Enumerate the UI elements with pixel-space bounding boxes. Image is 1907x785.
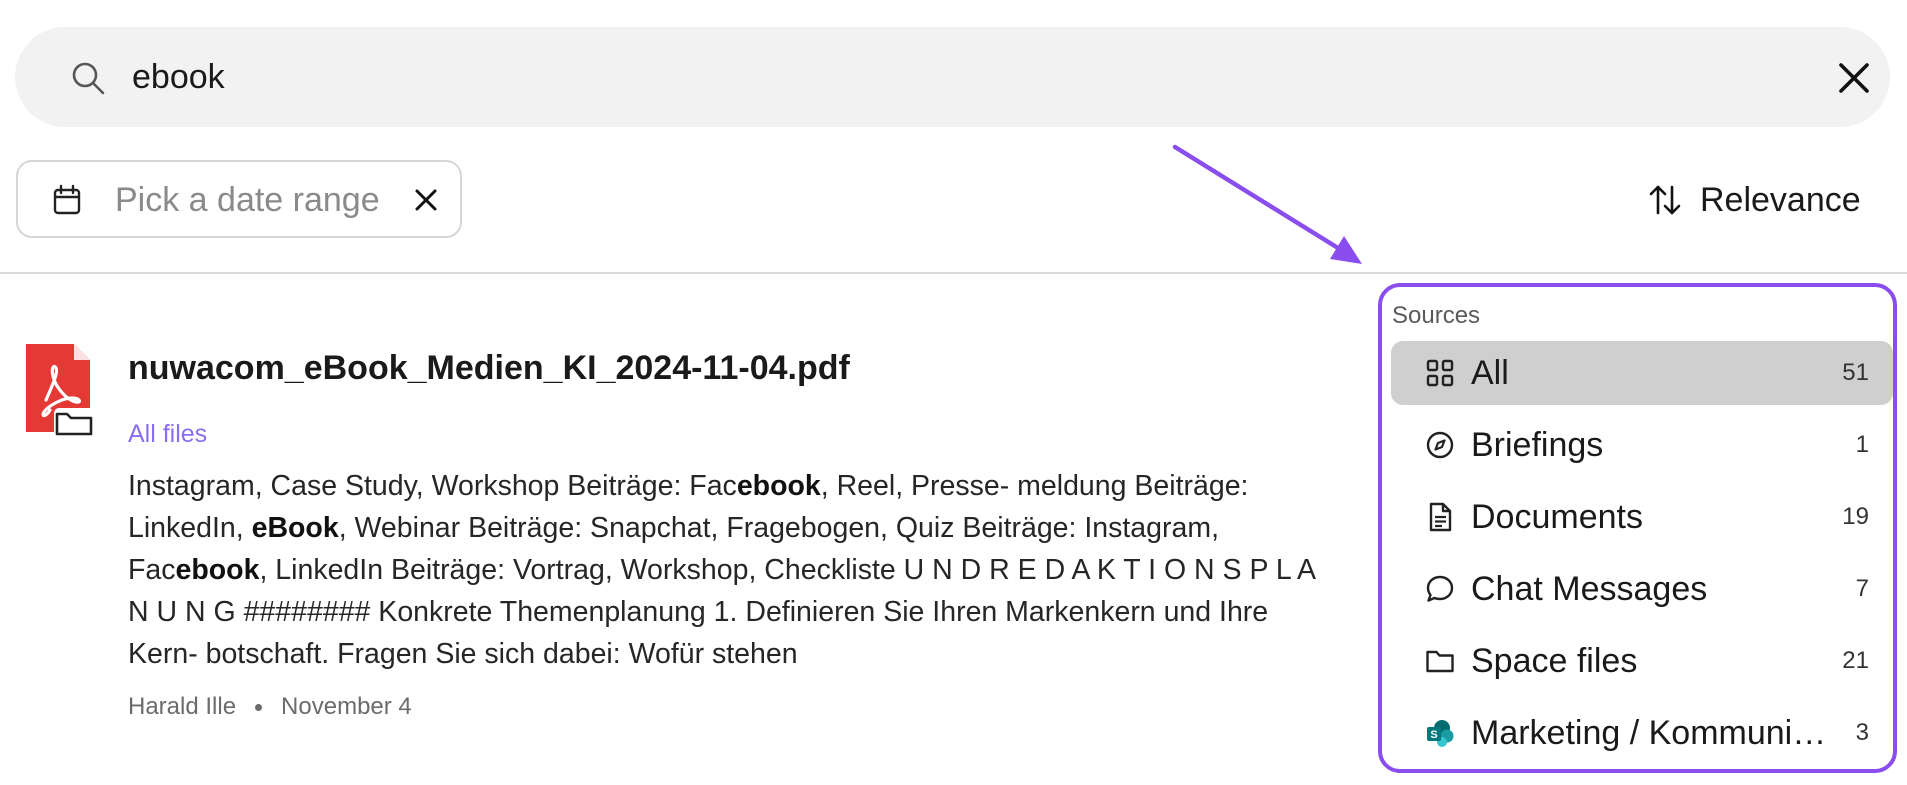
source-item-briefings[interactable]: Briefings 1 <box>1391 413 1893 477</box>
sharepoint-icon: S <box>1427 720 1454 747</box>
document-icon <box>1429 502 1452 532</box>
svg-text:S: S <box>1430 729 1437 741</box>
folder-icon <box>1426 650 1454 673</box>
source-item-space-files[interactable]: Space files 21 <box>1391 629 1893 693</box>
source-count: 3 <box>1855 719 1869 746</box>
source-label: Chat Messages <box>1471 570 1708 608</box>
result-snippet: Instagram, Case Study, Workshop Beiträge… <box>128 465 1338 675</box>
snippet-highlight: ebook <box>736 470 821 502</box>
chat-icon <box>1426 575 1454 602</box>
search-input[interactable]: ebook <box>132 55 225 99</box>
separator-dot <box>255 703 263 711</box>
result-meta: Harald Ille November 4 <box>128 692 412 722</box>
source-label: Briefings <box>1471 426 1604 464</box>
source-item-all[interactable]: All 51 <box>1391 341 1893 405</box>
divider <box>0 272 1907 274</box>
source-item-marketing-kommunikation[interactable]: S Marketing / Kommunikation 3 <box>1391 701 1893 765</box>
source-label: All <box>1471 354 1509 392</box>
close-icon[interactable] <box>1835 59 1873 97</box>
result-title[interactable]: nuwacom_eBook_Medien_KI_2024-11-04.pdf <box>128 348 850 388</box>
snippet-text: Instagram, Case Study, Workshop Beiträge… <box>128 470 737 502</box>
clear-date-icon[interactable] <box>412 186 440 214</box>
source-count: 21 <box>1842 647 1869 674</box>
source-count: 7 <box>1855 575 1869 602</box>
date-range-picker[interactable]: Pick a date range <box>16 160 462 238</box>
source-label: Marketing / Kommunikation <box>1471 714 1829 752</box>
source-count: 51 <box>1842 359 1869 386</box>
date-range-placeholder: Pick a date range <box>115 181 380 219</box>
sort-label: Relevance <box>1700 181 1861 219</box>
result-location-link[interactable]: All files <box>128 419 207 449</box>
snippet-highlight: ebook <box>175 554 260 586</box>
pdf-file-icon <box>26 344 94 438</box>
source-count: 1 <box>1855 431 1869 458</box>
source-label: Documents <box>1471 498 1643 536</box>
sort-arrows-icon <box>1649 185 1681 215</box>
compass-icon <box>1426 431 1454 459</box>
grid-icon <box>1426 359 1454 387</box>
search-icon <box>72 62 105 95</box>
sources-panel: Sources All 51 Briefings 1 Documents 19 <box>1378 283 1897 773</box>
result-author: Harald Ille <box>128 693 237 720</box>
source-item-chat-messages[interactable]: Chat Messages 7 <box>1391 557 1893 621</box>
sort-button[interactable]: Relevance <box>1648 178 1861 222</box>
calendar-icon <box>53 184 81 215</box>
source-count: 19 <box>1842 503 1869 530</box>
snippet-text: , LinkedIn Beiträge: Vortrag, Workshop, … <box>128 554 1315 670</box>
sources-heading: Sources <box>1392 302 1481 329</box>
result-date: November 4 <box>281 693 412 720</box>
source-label: Space files <box>1471 642 1638 680</box>
source-item-documents[interactable]: Documents 19 <box>1391 485 1893 549</box>
snippet-highlight: eBook <box>251 512 339 544</box>
search-bar[interactable]: ebook <box>15 27 1890 127</box>
